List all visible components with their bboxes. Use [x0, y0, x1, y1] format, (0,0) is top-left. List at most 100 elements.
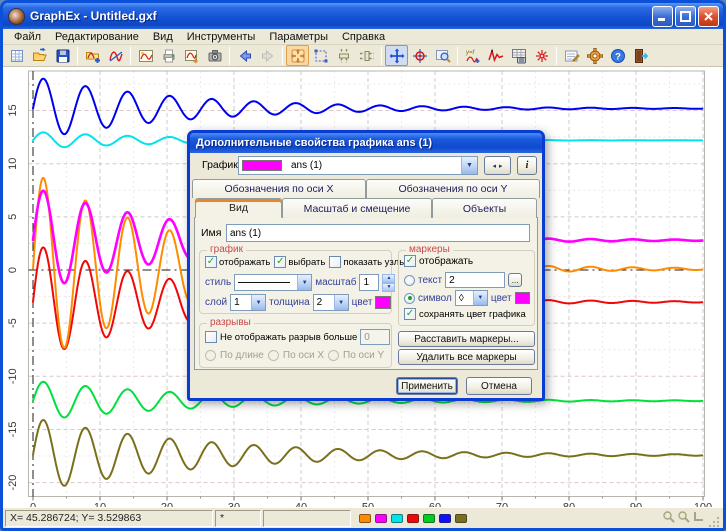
toolbar-separator	[556, 47, 557, 65]
tab-objects[interactable]: Объекты	[432, 198, 537, 218]
break-radio-1[interactable]	[205, 350, 216, 361]
legend-swatch-3[interactable]	[391, 514, 403, 523]
marker-symbol-radio[interactable]	[404, 293, 415, 304]
toolbar-save-button[interactable]	[51, 45, 74, 66]
zoom-x-icon[interactable]	[662, 510, 675, 526]
thickness-combo[interactable]: 2▼	[313, 294, 349, 311]
graph-line-color-swatch[interactable]	[375, 296, 391, 309]
marker-color-swatch[interactable]	[515, 292, 530, 304]
graph-checkbox-2[interactable]: ✓	[274, 256, 286, 268]
keep-color-checkbox[interactable]: ✓	[404, 308, 416, 320]
combo-dropdown-icon[interactable]: ▼	[461, 157, 477, 174]
marker-text-more-button[interactable]: ...	[508, 273, 522, 287]
scale-spinner[interactable]: ▲▼	[382, 274, 395, 291]
legend-swatch-2[interactable]	[375, 514, 387, 523]
break-checkbox[interactable]	[205, 331, 217, 343]
toolbar-fit-view-button[interactable]	[286, 45, 309, 66]
toolbar-add-function-button[interactable]: y=f	[461, 45, 484, 66]
graph-checkbox-3[interactable]	[329, 256, 341, 268]
tab-axis-y[interactable]: Обозначения по оси Y	[366, 179, 540, 198]
apply-button[interactable]: Применить	[396, 377, 458, 395]
close-button[interactable]	[698, 6, 719, 27]
menu-item-6[interactable]: Справка	[335, 30, 392, 44]
marker-symbol-combo[interactable]: ◊▼	[455, 290, 488, 306]
graph-color-swatch	[242, 160, 282, 171]
style-combo[interactable]: ▼	[234, 274, 312, 291]
toolbar-help-button[interactable]: ?	[606, 45, 629, 66]
coordinates-readout: X= 45.286724; Y= 3.529863	[5, 510, 213, 527]
toolbar-split-horizontal-button[interactable]	[355, 45, 378, 66]
dialog-title-bar[interactable]: Дополнительные свойства графика ans (1)	[190, 133, 542, 153]
graph-checkbox-1[interactable]: ✓	[205, 256, 217, 268]
layer-combo[interactable]: 1▼	[230, 294, 266, 311]
toolbar-edit-note-button[interactable]	[560, 45, 583, 66]
toolbar-exit-button[interactable]	[629, 45, 652, 66]
print-icon	[161, 48, 177, 64]
break-radio-2[interactable]	[268, 350, 279, 361]
graph-select-combo[interactable]: ans (1) ▼	[238, 156, 478, 175]
style-label: стиль	[205, 277, 231, 288]
maximize-button[interactable]	[675, 6, 696, 27]
place-markers-button[interactable]: Расставить маркеры...	[398, 331, 535, 347]
delete-markers-button[interactable]: Удалить все маркеры	[398, 349, 535, 365]
toolbar-spark-button[interactable]	[530, 45, 553, 66]
toolbar-zoom-rect-button[interactable]	[309, 45, 332, 66]
break-radio-3[interactable]	[328, 350, 339, 361]
legend-swatch-7[interactable]	[455, 514, 467, 523]
marker-text-input[interactable]: 2	[445, 272, 505, 288]
scale-input[interactable]: 1	[359, 274, 379, 291]
name-input[interactable]: ans (1)	[226, 224, 530, 242]
next-arrow-icon[interactable]: ▸	[499, 162, 503, 170]
toolbar-import-curve-button[interactable]	[81, 45, 104, 66]
toolbar-forward-button[interactable]	[256, 45, 279, 66]
toolbar-zoom-area-button[interactable]	[431, 45, 454, 66]
toolbar-new-table-button[interactable]	[5, 45, 28, 66]
tab-vid[interactable]: Вид	[195, 198, 282, 218]
marker-text-radio[interactable]	[404, 275, 415, 286]
toolbar-settings-gear-button[interactable]	[583, 45, 606, 66]
toolbar-separator	[229, 47, 230, 65]
tab-scale[interactable]: Масштаб и смещение	[282, 198, 432, 218]
resize-grip[interactable]	[707, 514, 721, 528]
toolbar-camera-button[interactable]	[203, 45, 226, 66]
zoom-y-icon[interactable]	[677, 510, 690, 526]
toolbar-chart-picture-button[interactable]	[134, 45, 157, 66]
prev-arrow-icon[interactable]: ◂	[492, 162, 496, 170]
combo-dropdown-icon[interactable]: ▼	[334, 295, 348, 310]
toolbar-print-button[interactable]	[157, 45, 180, 66]
menu-item-4[interactable]: Инструменты	[180, 30, 263, 44]
menu-item-3[interactable]: Вид	[146, 30, 180, 44]
tab-axis-x[interactable]: Обозначения по оси X	[192, 179, 366, 198]
axes-origin-icon[interactable]	[692, 510, 705, 526]
legend-swatch-6[interactable]	[439, 514, 451, 523]
toolbar-open-folder-button[interactable]	[28, 45, 51, 66]
combo-dropdown-icon[interactable]: ▼	[251, 295, 265, 310]
minimize-button[interactable]	[652, 6, 673, 27]
break-value-input[interactable]: 0	[360, 329, 390, 345]
menu-item-2[interactable]: Редактирование	[48, 30, 146, 44]
menu-item-1[interactable]: Файл	[7, 30, 48, 44]
break-radio-label-2: По оси X	[283, 350, 324, 361]
toolbar-back-button[interactable]	[233, 45, 256, 66]
legend-swatch-1[interactable]	[359, 514, 371, 523]
graph-prev-next-button[interactable]: ◂▸	[484, 156, 511, 175]
toolbar-crosshair-button[interactable]	[408, 45, 431, 66]
toolbar-export-chart-button[interactable]	[180, 45, 203, 66]
toolbar-data-table-button[interactable]	[507, 45, 530, 66]
legend-swatch-5[interactable]	[423, 514, 435, 523]
combo-dropdown-icon[interactable]: ▼	[297, 275, 311, 290]
graph-combo-label: График	[202, 159, 238, 171]
legend-swatch-4[interactable]	[407, 514, 419, 523]
toolbar-add-curve-button[interactable]	[104, 45, 127, 66]
group-graph: график ✓отображать✓выбратьпоказать узлы …	[199, 250, 392, 314]
info-button[interactable]: i	[517, 156, 537, 175]
markers-show-checkbox[interactable]: ✓	[404, 255, 416, 267]
toolbar-pan-button[interactable]	[385, 45, 408, 66]
combo-dropdown-icon[interactable]: ▼	[473, 291, 487, 305]
toolbar-marker-curve-button[interactable]	[484, 45, 507, 66]
cancel-button[interactable]: Отмена	[466, 377, 532, 395]
title-bar[interactable]: GraphEx - Untitled.gxf	[3, 3, 723, 29]
menu-item-5[interactable]: Параметры	[262, 30, 335, 44]
split-horizontal-icon	[359, 48, 375, 64]
toolbar-split-vertical-button[interactable]	[332, 45, 355, 66]
